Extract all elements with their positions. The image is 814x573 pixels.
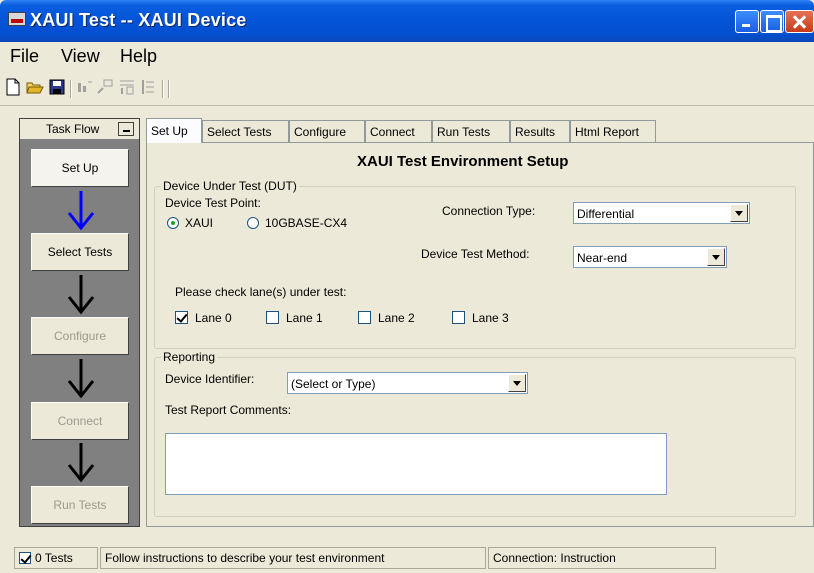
task-flow-title: Task Flow — [46, 122, 100, 136]
app-icon[interactable] — [8, 12, 26, 26]
status-message: Follow instructions to describe your tes… — [100, 547, 486, 569]
chevron-down-icon[interactable] — [707, 248, 725, 266]
dut-group: Device Under Test (DUT) Device Test Poin… — [154, 179, 796, 349]
tab-label: Html Report — [575, 124, 640, 139]
status-connection: Connection: Instruction — [488, 547, 716, 569]
tests-count: 0 Tests — [35, 551, 73, 565]
lane-2-checkbox[interactable] — [358, 311, 371, 324]
lane-1-checkbox[interactable] — [266, 311, 279, 324]
minimize-button[interactable] — [735, 10, 759, 33]
lane-3-checkbox[interactable] — [452, 311, 465, 324]
close-button[interactable] — [785, 10, 814, 33]
test-method-value: Near-end — [577, 251, 628, 265]
menu-bar: File View Help — [0, 42, 814, 70]
lane-3-label[interactable]: Lane 3 — [472, 311, 509, 325]
save-icon[interactable] — [48, 78, 66, 96]
tab-results[interactable]: Results — [510, 120, 570, 142]
tab-select-tests[interactable]: Select Tests — [202, 120, 289, 142]
connection-type-select[interactable]: Differential — [573, 202, 750, 224]
device-identifier-value[interactable]: (Select or Type) — [291, 377, 375, 391]
tab-html-report[interactable]: Html Report — [570, 120, 656, 142]
connection-type-value: Differential — [577, 207, 635, 221]
title-bar[interactable]: XAUI Test -- XAUI Device — [0, 0, 814, 42]
flow-step-label: Run Tests — [53, 498, 107, 512]
tab-connect[interactable]: Connect — [365, 120, 432, 142]
toolbar-separator — [162, 80, 164, 98]
xaui-radio-label[interactable]: XAUI — [185, 216, 213, 230]
toolbar-separator — [70, 80, 72, 98]
tab-label: Run Tests — [437, 124, 491, 139]
flow-step-run-tests[interactable]: Run Tests — [31, 486, 129, 524]
toolbar — [0, 70, 814, 106]
10gbase-cx4-radio[interactable] — [247, 217, 259, 229]
status-bar: 0 Tests Follow instructions to describe … — [0, 543, 814, 573]
chevron-down-icon[interactable] — [508, 374, 526, 392]
run-icon[interactable] — [76, 78, 94, 96]
device-identifier-label: Device Identifier: — [165, 372, 255, 386]
tests-checkbox[interactable] — [19, 552, 31, 564]
lane-0-checkbox[interactable] — [175, 311, 188, 324]
status-tests-cell[interactable]: 0 Tests — [14, 547, 98, 569]
open-icon[interactable] — [26, 78, 44, 96]
test-method-select[interactable]: Near-end — [573, 246, 727, 268]
reporting-group: Reporting Device Identifier: (Select or … — [154, 350, 796, 517]
maximize-button[interactable] — [760, 10, 784, 33]
lane-1-label[interactable]: Lane 1 — [286, 311, 323, 325]
flow-arrow-down-icon — [66, 441, 96, 483]
menu-help[interactable]: Help — [120, 46, 157, 67]
flow-step-label: Connect — [57, 414, 103, 428]
flow-arrow-down-icon — [66, 273, 96, 315]
dut-group-legend: Device Under Test (DUT) — [161, 179, 299, 193]
10gbase-cx4-radio-label[interactable]: 10GBASE-CX4 — [265, 216, 347, 230]
tab-configure[interactable]: Configure — [289, 120, 365, 142]
flow-step-select-tests[interactable]: Select Tests — [31, 233, 129, 271]
step-icon[interactable] — [118, 78, 136, 96]
flow-step-setup[interactable]: Set Up — [31, 149, 129, 187]
xaui-radio[interactable] — [167, 217, 179, 229]
flow-step-configure[interactable]: Configure — [31, 317, 129, 355]
tab-run-tests[interactable]: Run Tests — [432, 120, 510, 142]
tab-label: Connect — [370, 124, 415, 139]
window-title: XAUI Test -- XAUI Device — [30, 10, 247, 30]
comments-textarea[interactable] — [165, 433, 667, 495]
task-flow-header: Task Flow — [20, 119, 139, 140]
tab-label: Results — [515, 124, 556, 139]
task-flow-panel: Task Flow Set Up Select Tests Configure … — [19, 118, 140, 527]
menu-file[interactable]: File — [10, 46, 39, 67]
flow-arrow-down-icon — [66, 189, 96, 231]
flow-step-label: Configure — [53, 329, 107, 343]
chevron-down-icon[interactable] — [730, 204, 748, 222]
tab-set-up[interactable]: Set Up — [146, 118, 202, 143]
flow-step-label: Set Up — [61, 161, 99, 175]
setup-tab-panel: XAUI Test Environment Setup Device Under… — [146, 142, 814, 527]
task-flow-minimize-button[interactable] — [118, 122, 134, 136]
reporting-group-legend: Reporting — [161, 350, 218, 364]
page-title: XAUI Test Environment Setup — [357, 153, 569, 170]
lanes-label: Please check lane(s) under test: — [175, 285, 347, 299]
toolbar-separator — [168, 80, 170, 98]
menu-view[interactable]: View — [61, 46, 100, 67]
test-method-label: Device Test Method: — [421, 247, 530, 261]
tab-label: Configure — [294, 124, 347, 139]
connection-type-label: Connection Type: — [442, 204, 536, 218]
tab-label: Set Up — [151, 124, 188, 138]
flow-step-label: Select Tests — [47, 245, 113, 259]
lane-0-label[interactable]: Lane 0 — [195, 311, 232, 325]
flow-step-connect[interactable]: Connect — [31, 402, 129, 440]
flow-arrow-down-icon — [66, 357, 96, 399]
tab-label: Select Tests — [207, 124, 272, 139]
lane-2-label[interactable]: Lane 2 — [378, 311, 415, 325]
list-icon[interactable] — [140, 78, 158, 96]
comments-label: Test Report Comments: — [165, 403, 292, 417]
device-identifier-combo[interactable]: (Select or Type) — [287, 372, 528, 394]
new-icon[interactable] — [4, 78, 22, 96]
pause-icon[interactable] — [96, 78, 114, 96]
test-point-label: Device Test Point: — [165, 196, 261, 210]
